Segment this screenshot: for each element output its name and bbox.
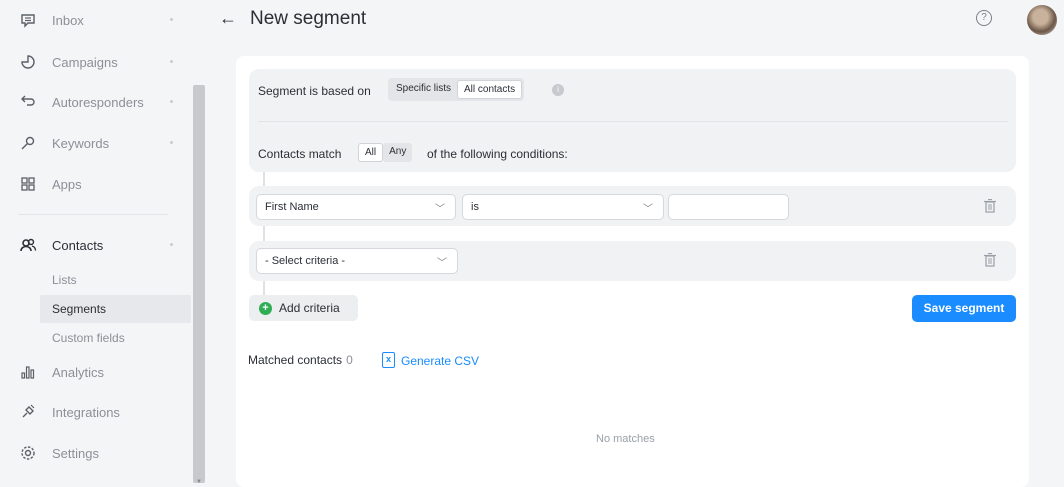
empty-state-text: No matches — [596, 433, 655, 445]
back-arrow-icon[interactable]: ← — [219, 8, 237, 29]
info-icon[interactable]: i — [552, 84, 564, 96]
option-match-any[interactable]: Any — [383, 143, 413, 162]
campaigns-icon — [18, 52, 38, 72]
add-criteria-label: Add criteria — [279, 301, 340, 315]
match-suffix: of the following conditions: — [427, 147, 568, 161]
sidebar-item-label: Autoresponders — [52, 94, 144, 110]
sidebar-item-label: Contacts — [52, 237, 104, 253]
sidebar-item-campaigns[interactable]: Campaigns — [18, 50, 183, 74]
dot-indicator — [170, 18, 173, 21]
sidebar-item-apps[interactable]: Apps — [18, 172, 183, 196]
sidebar-subitem-custom-fields[interactable]: Custom fields — [52, 328, 125, 348]
sidebar-item-label: Campaigns — [52, 54, 118, 70]
sidebar-item-label: Apps — [52, 176, 82, 192]
connector-line — [263, 226, 265, 241]
match-label: Contacts match — [258, 147, 342, 161]
help-icon[interactable]: ? — [976, 10, 992, 26]
sidebar-divider — [18, 214, 168, 215]
sidebar-item-label: Integrations — [52, 404, 120, 420]
option-all-contacts[interactable]: All contacts — [457, 80, 523, 99]
matched-count: 0 — [346, 353, 353, 367]
sidebar-scrollbar[interactable] — [193, 85, 205, 483]
based-on-label: Segment is based on — [258, 84, 371, 98]
chevron-down-icon: ﹀ — [435, 204, 445, 215]
dot-indicator — [170, 141, 173, 144]
select-value: is — [471, 201, 479, 213]
dot-indicator — [170, 100, 173, 103]
sidebar-item-label: Keywords — [52, 135, 110, 151]
apps-grid-icon — [18, 174, 38, 194]
sidebar-item-label: Analytics — [52, 364, 105, 380]
sidebar: Inbox Campaigns Autoresponders Keywords … — [0, 0, 206, 487]
connector-line — [263, 281, 265, 295]
option-match-all[interactable]: All — [358, 143, 384, 162]
sidebar-item-keywords[interactable]: Keywords — [18, 131, 183, 155]
inbox-icon — [18, 10, 38, 30]
matched-contacts: Matched contacts 0 — [248, 353, 353, 367]
sidebar-subitem-segments[interactable]: Segments — [52, 299, 106, 319]
scroll-down-icon[interactable]: ▼ — [196, 479, 202, 485]
page-title: New segment — [250, 8, 367, 29]
contacts-icon — [18, 235, 38, 255]
sidebar-item-label: Settings — [52, 445, 99, 461]
generate-csv-link[interactable]: Generate CSV — [401, 354, 479, 368]
add-criteria-button[interactable]: + Add criteria — [249, 295, 358, 321]
trash-icon[interactable] — [984, 198, 998, 215]
match-toggle: All Any — [356, 141, 414, 164]
chevron-down-icon: ﹀ — [643, 204, 653, 215]
csv-file-icon[interactable]: x — [382, 352, 395, 368]
sidebar-item-settings[interactable]: Settings — [18, 441, 183, 465]
select-value: First Name — [265, 201, 319, 213]
sidebar-item-label: Inbox — [52, 12, 84, 28]
sidebar-subitem-lists[interactable]: Lists — [52, 270, 77, 290]
criteria-field-select[interactable]: First Name ﹀ — [256, 194, 456, 220]
analytics-icon — [18, 362, 38, 382]
option-specific-lists[interactable]: Specific lists — [390, 80, 457, 99]
plus-icon: + — [259, 301, 272, 315]
dot-indicator — [170, 243, 173, 246]
sidebar-item-inbox[interactable]: Inbox — [18, 8, 183, 32]
key-icon — [18, 133, 38, 153]
connector-line — [263, 172, 265, 186]
panel-divider — [258, 121, 1008, 122]
criteria-operator-select[interactable]: is ﹀ — [462, 194, 664, 220]
autoresponders-icon — [18, 92, 38, 112]
sidebar-item-autoresponders[interactable]: Autoresponders — [18, 90, 183, 114]
criteria-value-input[interactable] — [668, 194, 789, 220]
save-segment-button[interactable]: Save segment — [912, 295, 1016, 322]
matched-label: Matched contacts — [248, 353, 343, 367]
integrations-icon — [18, 402, 38, 422]
criteria-field-select[interactable]: - Select criteria - ﹀ — [256, 248, 458, 274]
chevron-down-icon: ﹀ — [437, 258, 447, 269]
sidebar-item-analytics[interactable]: Analytics — [18, 360, 183, 384]
avatar[interactable] — [1027, 5, 1057, 35]
based-on-toggle: Specific lists All contacts — [388, 78, 525, 101]
gear-icon — [18, 443, 38, 463]
dot-indicator — [170, 60, 173, 63]
sidebar-item-contacts[interactable]: Contacts — [18, 233, 183, 257]
sidebar-item-integrations[interactable]: Integrations — [18, 400, 183, 424]
select-value: - Select criteria - — [265, 255, 346, 267]
trash-icon[interactable] — [984, 252, 998, 269]
